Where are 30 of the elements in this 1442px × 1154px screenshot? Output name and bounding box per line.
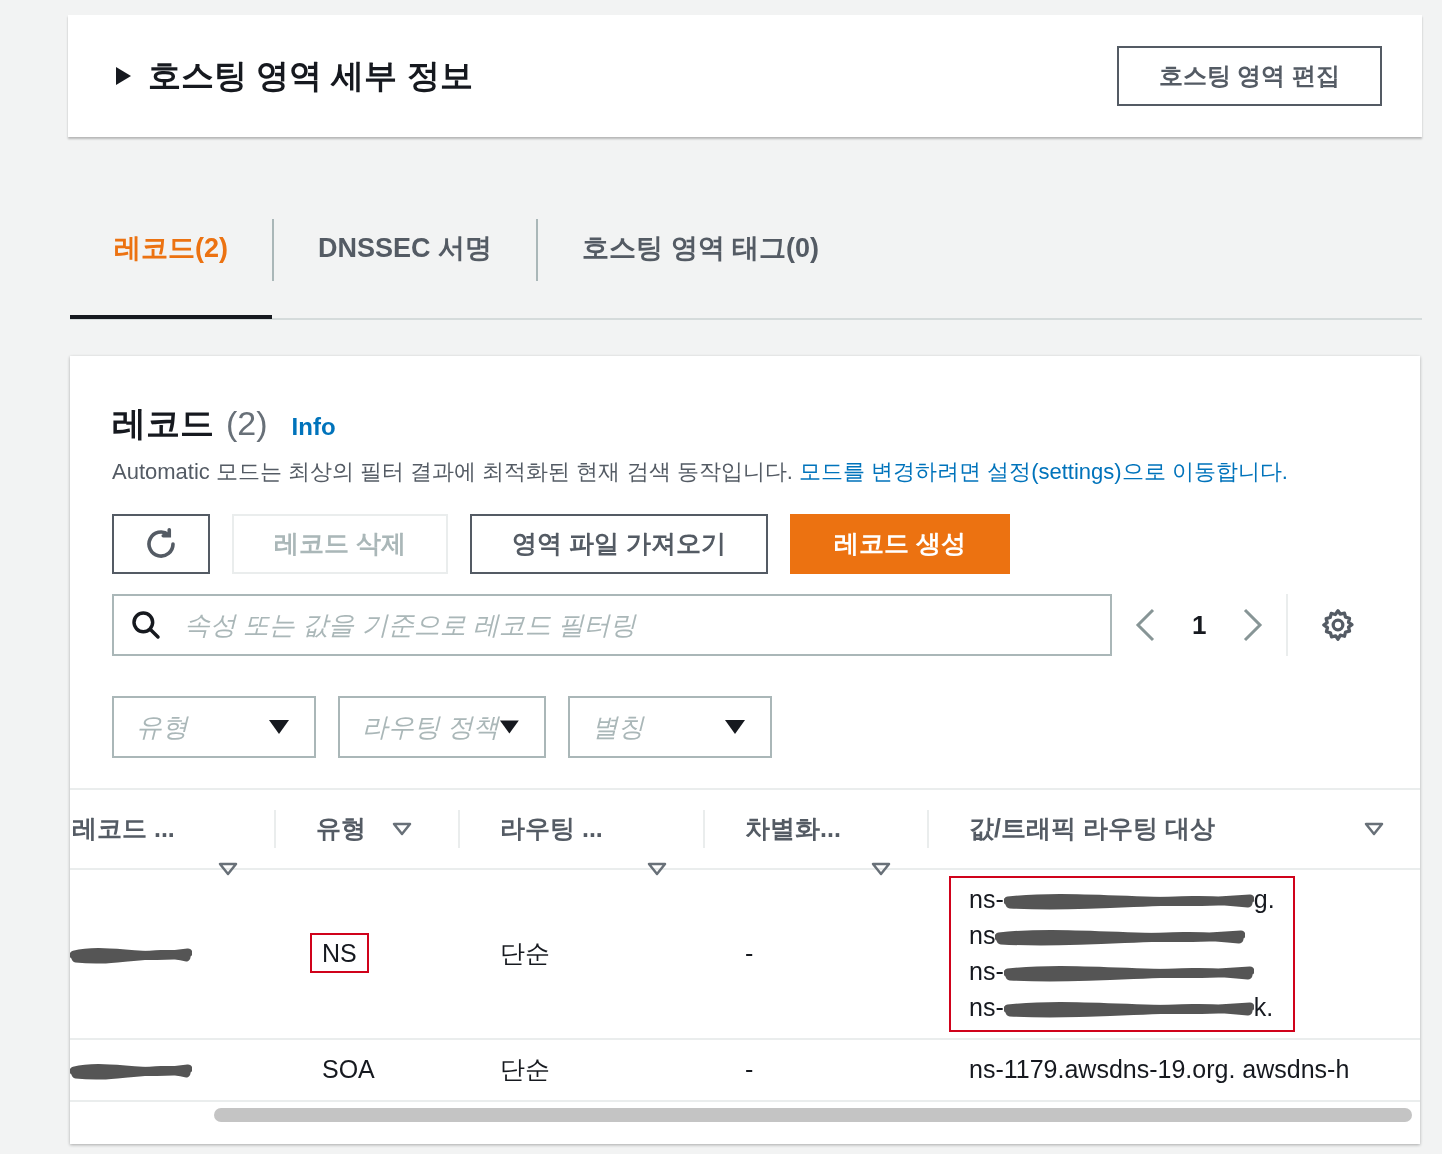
value-text: ns-1179.awsdns-19.org. awsdns-h xyxy=(969,1054,1350,1086)
column-header[interactable]: 유형 xyxy=(316,810,366,848)
info-link[interactable]: Info xyxy=(291,409,336,445)
tab[interactable]: 호스팅 영역 태그(0) xyxy=(538,208,864,319)
settings-link[interactable]: 모드를 변경하려면 설정(settings)으로 이동합니다. xyxy=(798,459,1288,484)
edit-button[interactable]: 호스팅 영역 편집 xyxy=(1116,46,1382,106)
table-cell: - xyxy=(745,1055,754,1084)
table-cell: 단순 xyxy=(500,1055,550,1084)
tab[interactable]: DNSSEC 서명 xyxy=(274,208,537,319)
value-text: k. xyxy=(1253,992,1274,1024)
table-cell: - xyxy=(745,939,754,968)
table-cell: 단순 xyxy=(500,939,550,968)
table-cell-text: SOA xyxy=(321,1054,376,1086)
description-text: Automatic 모드는 최상의 필터 결과에 최적화된 현재 검색 동작입니다. 모드를 변경하려면 설정(settings)으로 이동합니다. xyxy=(112,458,1289,486)
value-text: g. xyxy=(1253,884,1275,916)
page-number[interactable]: 1 xyxy=(1192,605,1207,645)
records-title: 레코드 xyxy=(112,403,214,444)
value-text: ns xyxy=(969,920,996,952)
table-cell: NS xyxy=(310,933,369,974)
column-header[interactable]: 값/트래픽 라우팅 대상 xyxy=(969,810,1215,848)
column-header[interactable]: 차별화... xyxy=(745,810,841,848)
value-text: ns- xyxy=(969,992,1004,1024)
column-header[interactable]: 레코드 ... xyxy=(72,810,175,848)
value-text: ns- xyxy=(969,884,1004,916)
toolbar-button[interactable]: 영역 파일 가져오기 xyxy=(469,514,768,574)
records-count: (2) xyxy=(226,403,268,444)
value-text: ns- xyxy=(969,956,1004,988)
section-title: 호스팅 영역 세부 정보 xyxy=(148,56,473,97)
column-header[interactable]: 라우팅 ... xyxy=(500,810,603,848)
search-field[interactable]: 속성 또는 값을 기준으로 레코드 필터링 xyxy=(112,594,1112,656)
